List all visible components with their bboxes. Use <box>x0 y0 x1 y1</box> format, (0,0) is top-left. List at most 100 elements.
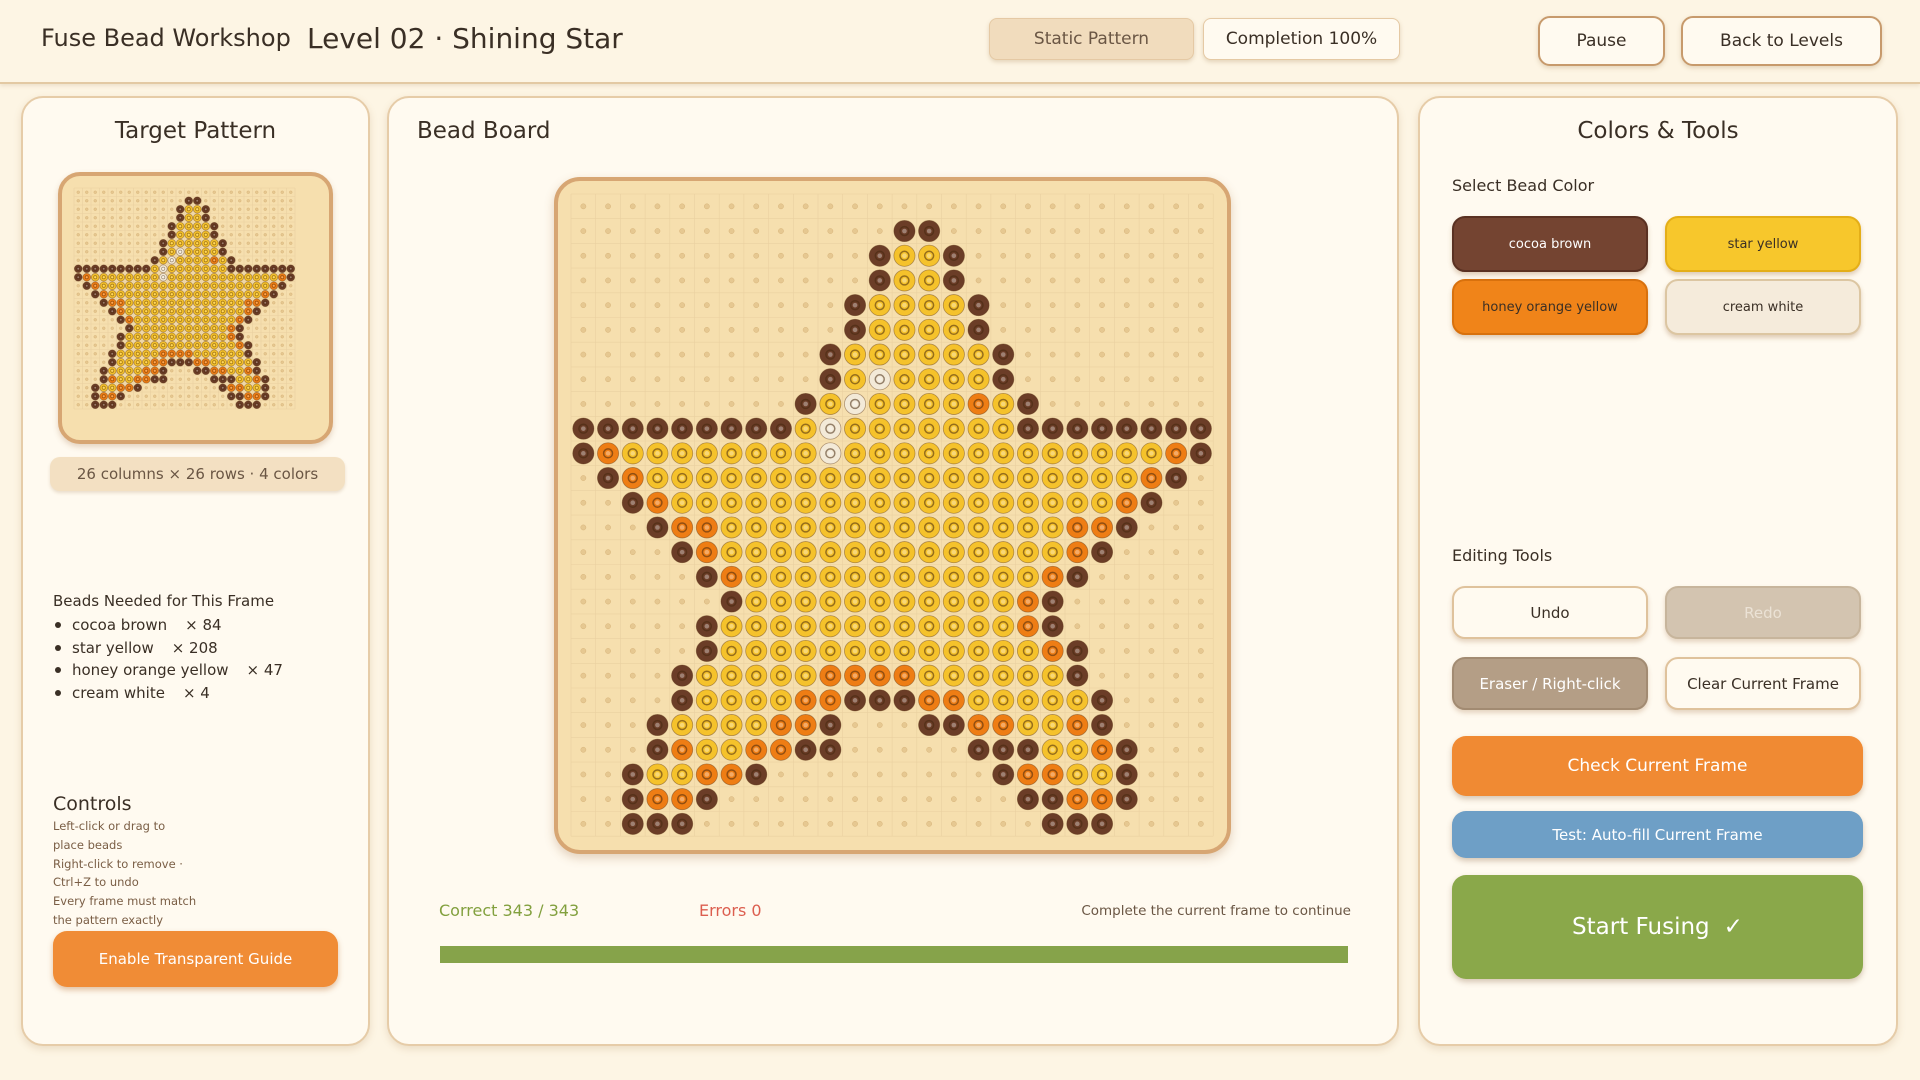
auto-fill-button[interactable]: Test: Auto-fill Current Frame <box>1452 811 1863 858</box>
bead <box>124 306 134 316</box>
check-frame-button[interactable]: Check Current Frame <box>1452 736 1863 796</box>
bead-count: × 4 <box>182 683 210 702</box>
empty-peg <box>1198 524 1204 531</box>
bead <box>141 357 151 367</box>
eraser-button[interactable]: Eraser / Right-click <box>1452 657 1648 710</box>
bead-board[interactable] <box>554 177 1231 854</box>
bead <box>107 357 117 367</box>
bead <box>942 689 965 712</box>
color-swatch-honey-orange-yellow[interactable]: honey orange yellow <box>1452 279 1648 335</box>
bead <box>893 442 916 465</box>
empty-peg <box>1000 252 1007 259</box>
bead <box>124 298 134 308</box>
bead <box>918 639 941 662</box>
empty-peg <box>1025 376 1031 383</box>
bead <box>158 357 168 367</box>
bead <box>992 615 1015 638</box>
empty-peg <box>280 318 284 322</box>
empty-peg <box>1074 598 1081 605</box>
bead <box>192 247 202 257</box>
empty-peg <box>728 228 735 234</box>
bead <box>209 230 219 240</box>
empty-peg <box>76 377 80 381</box>
start-fusing-button[interactable]: Start Fusing ✓ <box>1452 875 1863 979</box>
clear-frame-button[interactable]: Clear Current Frame <box>1665 657 1861 710</box>
bead <box>1140 491 1163 514</box>
color-swatch-star-yellow[interactable]: star yellow <box>1665 216 1861 272</box>
empty-peg <box>926 746 932 753</box>
bead <box>209 247 219 257</box>
empty-peg <box>901 821 908 827</box>
pause-button[interactable]: Pause <box>1538 16 1665 66</box>
empty-peg <box>212 403 216 407</box>
bead <box>252 272 262 282</box>
empty-peg <box>178 377 182 381</box>
empty-peg <box>212 386 216 390</box>
progress-bar <box>440 946 1348 963</box>
empty-peg <box>289 318 293 322</box>
bead <box>967 516 990 539</box>
bead <box>184 238 194 248</box>
controls-title: Controls <box>53 793 132 815</box>
bead <box>141 298 151 308</box>
bead <box>1066 442 1089 465</box>
enable-transparent-guide-button[interactable]: Enable Transparent Guide <box>53 931 338 987</box>
empty-peg <box>1148 746 1155 753</box>
bead <box>252 383 262 393</box>
bead <box>1041 541 1064 564</box>
empty-peg <box>580 524 587 531</box>
bead <box>175 264 185 274</box>
empty-peg <box>654 228 661 234</box>
empty-peg <box>605 746 611 753</box>
bead-board-grid[interactable] <box>558 181 1227 850</box>
bead <box>99 374 109 384</box>
empty-peg <box>852 796 858 803</box>
empty-peg <box>605 351 611 358</box>
bead <box>597 467 620 490</box>
bead <box>893 639 916 662</box>
bead <box>942 541 965 564</box>
empty-peg <box>153 190 157 194</box>
empty-peg <box>580 648 587 654</box>
empty-peg <box>679 327 686 333</box>
bead <box>720 714 743 737</box>
bead <box>235 357 245 367</box>
empty-peg <box>1074 623 1081 630</box>
bead <box>1165 417 1188 440</box>
empty-peg <box>110 207 114 211</box>
bead <box>695 689 718 712</box>
bead <box>243 281 253 291</box>
empty-peg <box>827 821 834 827</box>
bead <box>141 289 151 299</box>
bead <box>1066 714 1089 737</box>
empty-peg <box>1123 549 1130 555</box>
bead <box>745 664 768 687</box>
bead <box>1041 689 1064 712</box>
color-swatch-cream-white[interactable]: cream white <box>1665 279 1861 335</box>
empty-peg <box>255 190 259 194</box>
bead <box>269 264 279 274</box>
bead <box>116 340 126 350</box>
empty-peg <box>272 352 276 356</box>
bead <box>252 357 262 367</box>
bead <box>918 491 941 514</box>
empty-peg <box>289 360 293 364</box>
undo-button[interactable]: Undo <box>1452 586 1648 639</box>
redo-button[interactable]: Redo <box>1665 586 1861 639</box>
bead <box>201 323 211 333</box>
empty-peg <box>280 258 284 262</box>
bead <box>116 281 126 291</box>
bead <box>209 323 219 333</box>
bead <box>133 374 143 384</box>
bead <box>967 738 990 761</box>
color-swatch-cocoa-brown[interactable]: cocoa brown <box>1452 216 1648 272</box>
empty-peg <box>1148 302 1155 309</box>
bead <box>1016 689 1039 712</box>
bead <box>942 269 965 292</box>
empty-peg <box>289 377 293 381</box>
bead <box>819 392 842 415</box>
back-to-levels-button[interactable]: Back to Levels <box>1681 16 1882 66</box>
empty-peg <box>1173 277 1180 284</box>
checkmark-icon: ✓ <box>1723 914 1743 940</box>
empty-peg <box>280 199 284 203</box>
